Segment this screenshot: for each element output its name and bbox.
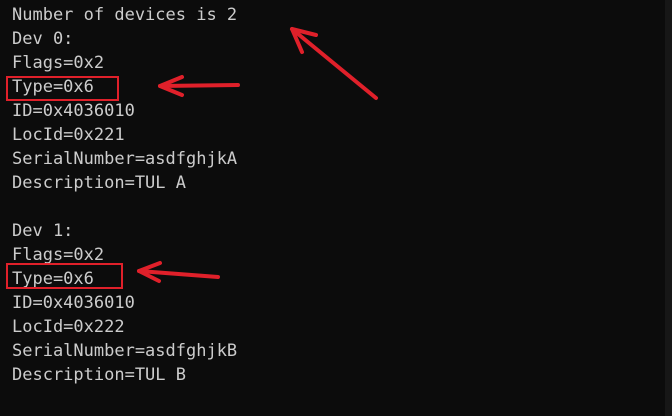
terminal-window: Number of devices is 2 Dev 0: Flags=0x2 … [0,0,665,416]
dev1-header-line: Dev 1: [12,221,74,241]
dev1-type-highlight-box [6,263,123,289]
device-count-line: Number of devices is 2 [12,5,238,25]
dev1-description-line: Description=TUL B [12,365,186,385]
dev1-serial-line: SerialNumber=asdfghjkB [12,341,238,361]
dev0-description-line: Description=TUL A [12,173,186,193]
scrollbar-track[interactable] [665,0,672,416]
dev0-locid-line: LocId=0x221 [12,125,125,145]
dev1-id-line: ID=0x4036010 [12,293,135,313]
dev0-header-line: Dev 0: [12,29,74,49]
dev0-serial-line: SerialNumber=asdfghjkA [12,149,238,169]
dev1-locid-line: LocId=0x222 [12,317,125,337]
dev0-type-highlight-box [6,76,119,101]
dev0-id-line: ID=0x4036010 [12,101,135,121]
dev0-flags-line: Flags=0x2 [12,53,105,73]
